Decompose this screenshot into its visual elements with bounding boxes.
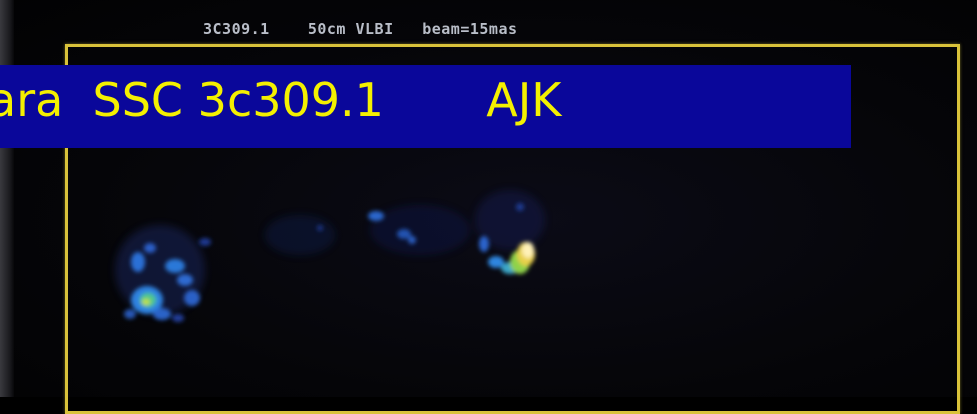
diffuse-emission [115,190,545,315]
caption-text: ara SSC 3c309.1 AJK [0,73,562,127]
radio-source-map [115,190,545,322]
monitor-screen: 3C309.1 50cm VLBI beam=15mas ara SSC 3c3… [0,0,977,414]
caption-banner: ara SSC 3c309.1 AJK [0,65,851,148]
